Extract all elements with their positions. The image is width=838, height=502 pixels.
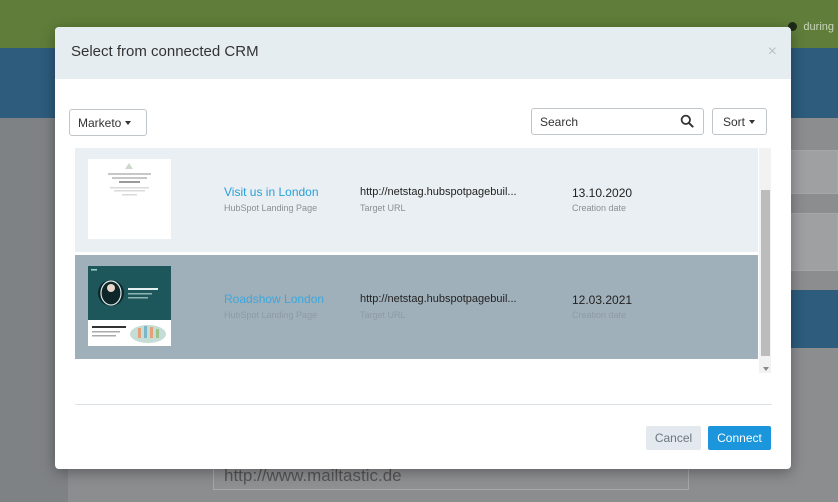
close-icon[interactable]: ×	[768, 43, 777, 61]
modal-header: Select from connected CRM ×	[55, 27, 791, 79]
chevron-down-icon	[749, 120, 756, 124]
item-target-url: http://netstag.hubspotpagebuil...	[360, 293, 517, 305]
item-name-link[interactable]: Visit us in London	[224, 185, 319, 199]
crm-select-modal: Select from connected CRM × Marketo Sort	[55, 27, 791, 469]
crm-dropdown-label: Marketo	[78, 116, 122, 130]
item-creation-date: 13.10.2020	[572, 186, 633, 200]
banner-notice-text: during	[803, 21, 834, 33]
creation-date-label: Creation date	[572, 310, 627, 320]
sort-button[interactable]: Sort	[712, 108, 767, 135]
item-target-url: http://netstag.hubspotpagebuil...	[360, 186, 517, 198]
crm-dropdown-button[interactable]: Marketo	[69, 109, 147, 136]
cancel-button[interactable]: Cancel	[646, 426, 701, 450]
scrollbar-thumb[interactable]	[761, 190, 770, 356]
search-icon[interactable]	[680, 114, 694, 128]
sort-label: Sort	[723, 115, 746, 129]
item-name-link[interactable]: Roadshow London	[224, 292, 324, 306]
page-thumbnail	[88, 159, 171, 239]
item-type: HubSpot Landing Page	[224, 310, 318, 320]
modal-title: Select from connected CRM	[71, 43, 259, 60]
list-scrollbar[interactable]	[759, 148, 771, 373]
footer-divider	[75, 404, 772, 405]
background-panel	[790, 290, 838, 348]
page-thumbnail	[88, 266, 171, 346]
list-item-selected[interactable]: Roadshow London HubSpot Landing Page htt…	[75, 255, 758, 359]
page-thumbnail-image	[88, 266, 171, 346]
creation-date-label: Creation date	[572, 203, 627, 213]
scroll-down-icon[interactable]	[763, 367, 769, 371]
target-url-label: Target URL	[360, 203, 406, 213]
list-item[interactable]: Visit us in London HubSpot Landing Page …	[75, 148, 758, 252]
background-card	[790, 150, 838, 194]
item-creation-date: 12.03.2021	[572, 293, 633, 307]
background-card	[790, 213, 838, 271]
chevron-down-icon	[125, 121, 132, 125]
search-input[interactable]	[532, 109, 677, 134]
page-thumbnail-image	[88, 159, 171, 239]
item-type: HubSpot Landing Page	[224, 203, 318, 213]
search-box	[531, 108, 704, 135]
target-url-label: Target URL	[360, 310, 406, 320]
banner-notice: during	[788, 21, 834, 33]
connect-button[interactable]: Connect	[708, 426, 771, 450]
landing-page-list: Visit us in London HubSpot Landing Page …	[75, 148, 772, 373]
